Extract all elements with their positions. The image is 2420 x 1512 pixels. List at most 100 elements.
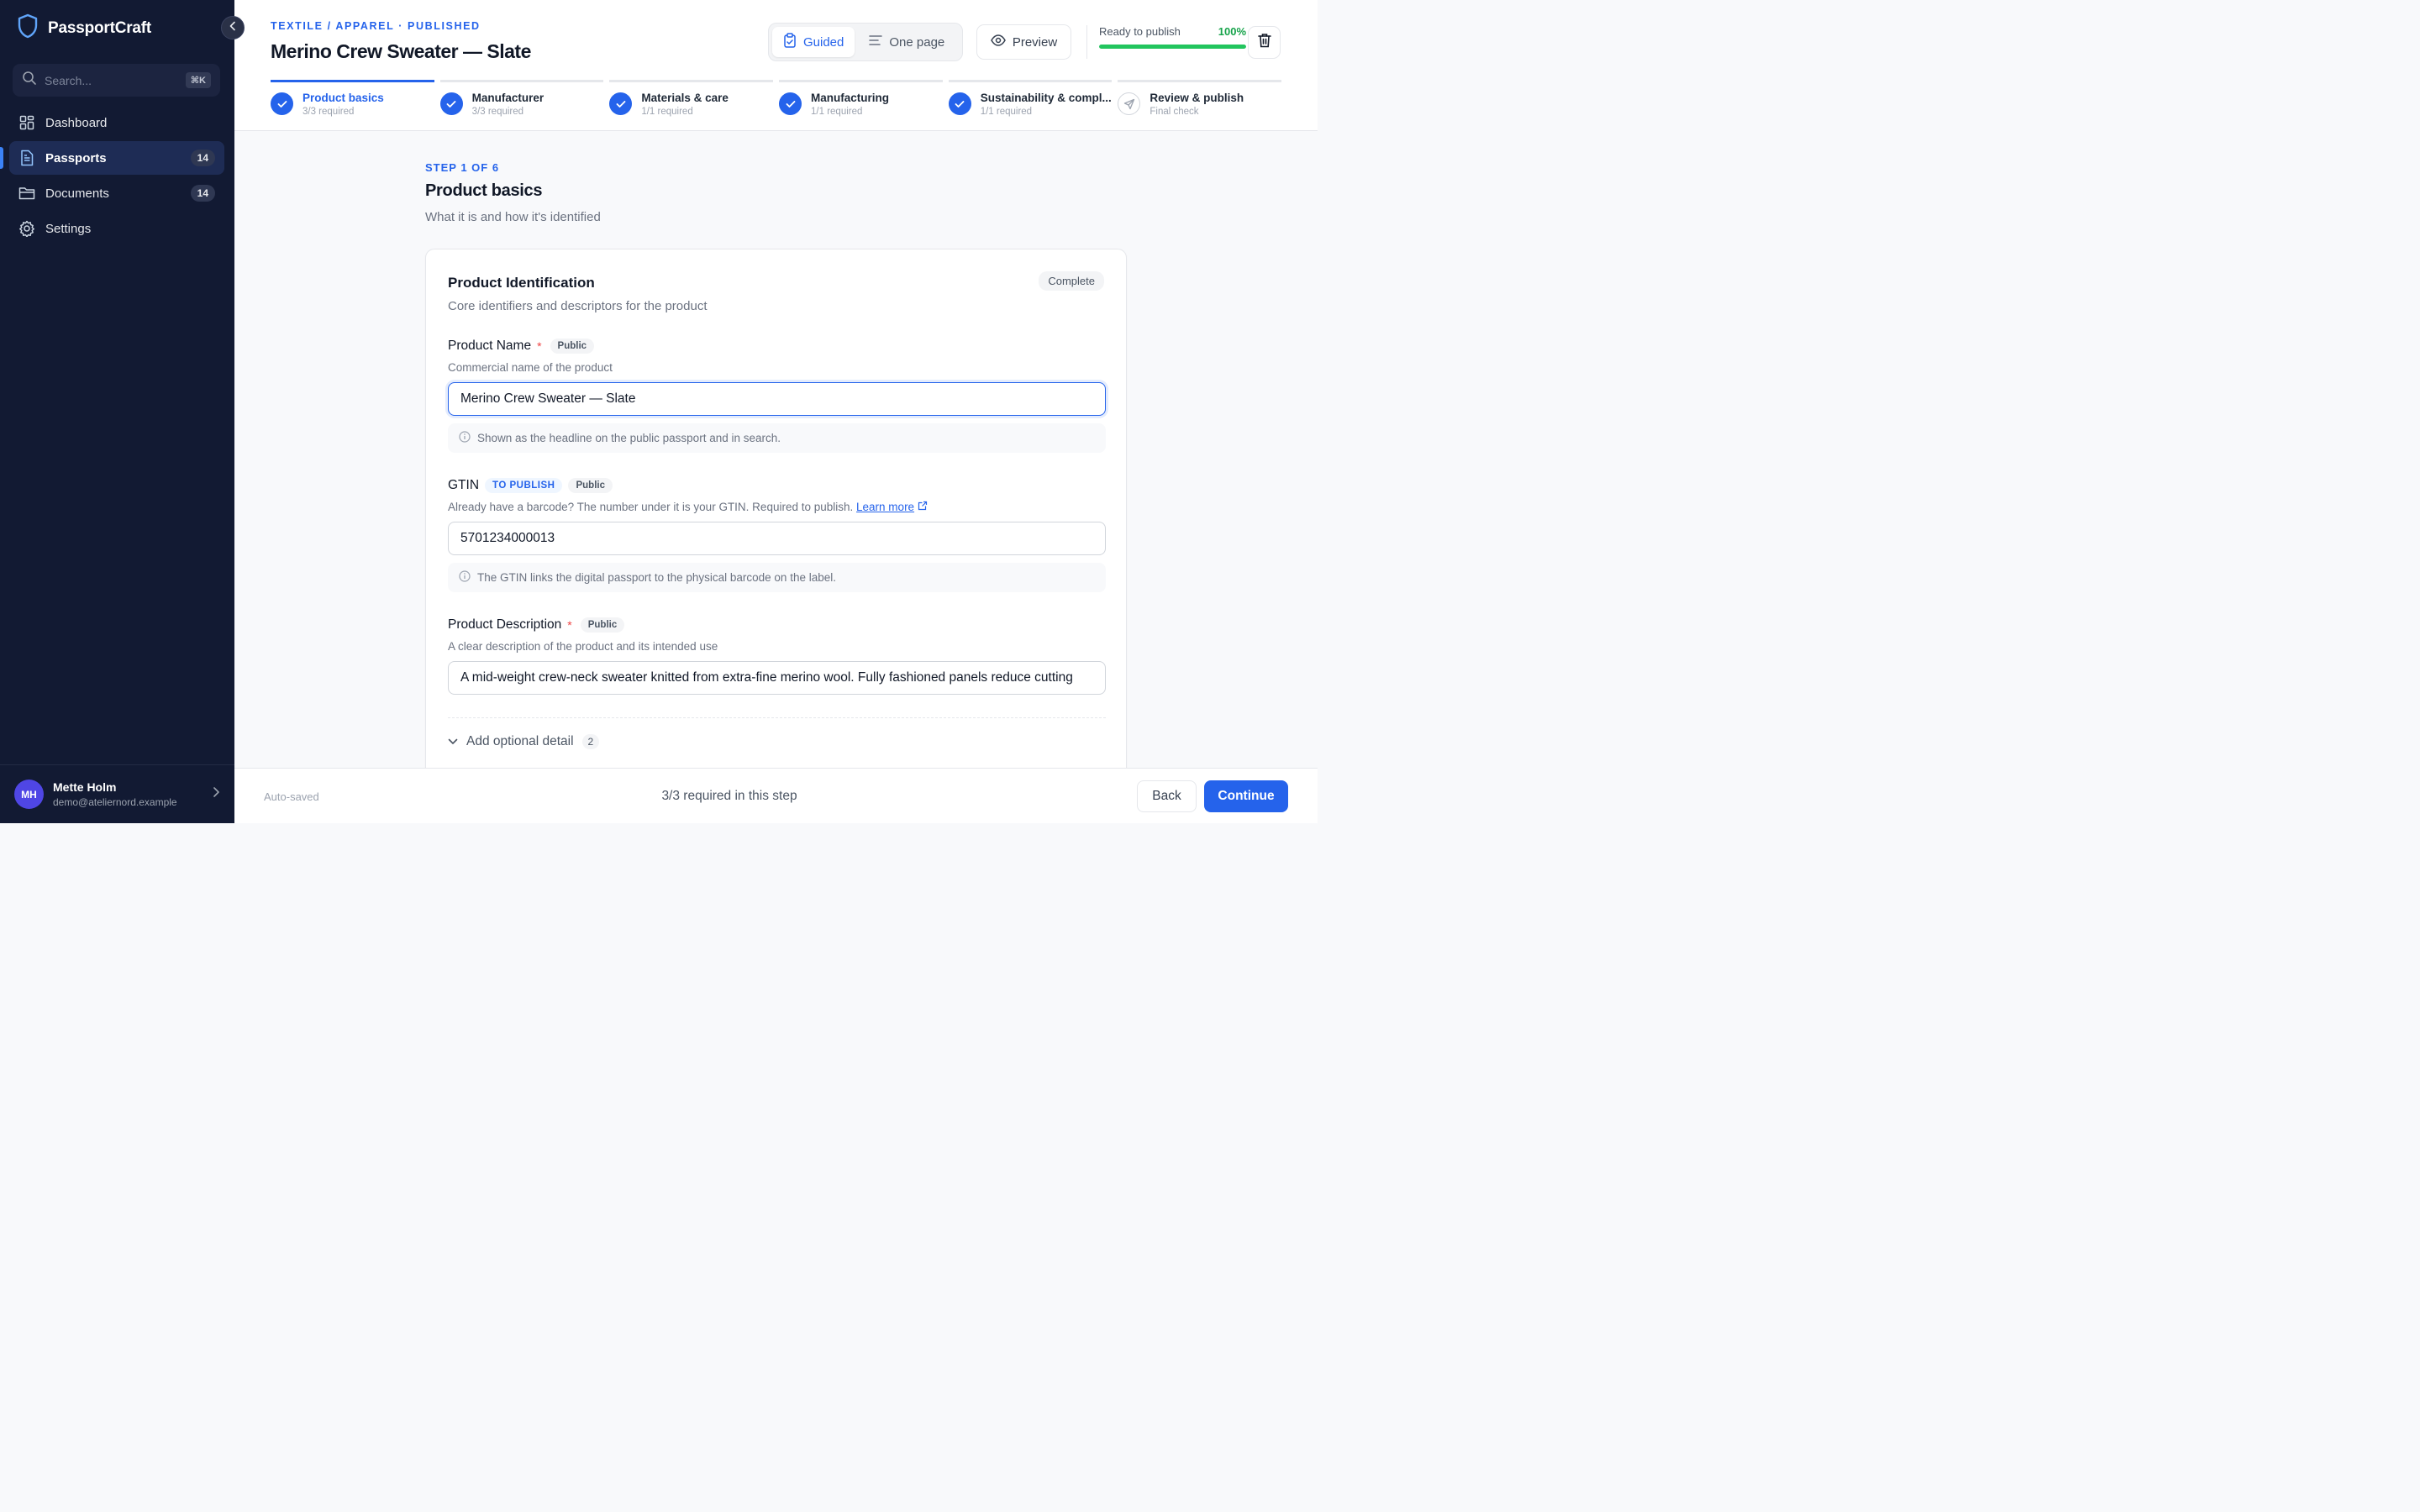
status-badge: Complete xyxy=(1039,271,1104,291)
guided-mode-button[interactable]: Guided xyxy=(772,27,855,57)
lines-icon xyxy=(869,34,883,50)
check-circle-icon xyxy=(948,92,971,115)
continue-button[interactable]: Continue xyxy=(1204,780,1288,812)
step-name: Sustainability & compl... xyxy=(980,92,1112,104)
divider xyxy=(448,717,1106,718)
one-page-mode-button[interactable]: One page xyxy=(858,27,955,57)
main-content: STEP 1 OF 6 Product basics What it is an… xyxy=(234,131,1318,768)
guided-label: Guided xyxy=(803,34,844,50)
field-help: Commercial name of the product xyxy=(448,361,613,374)
visibility-badge: Public xyxy=(550,339,595,354)
info-icon xyxy=(459,431,471,445)
sidebar-item-label: Dashboard xyxy=(45,115,108,130)
search-shortcut: ⌘K xyxy=(185,72,211,88)
page-title: Merino Crew Sweater — Slate xyxy=(271,40,531,62)
shield-logo-icon xyxy=(17,13,39,43)
step-sub: 3/3 required xyxy=(302,107,355,117)
field-label: Product Description xyxy=(448,617,562,632)
to-publish-badge: TO PUBLISH xyxy=(485,478,563,493)
publish-readiness: Ready to publish 100% xyxy=(1086,25,1246,59)
product-description-field: Product Description * Public A clear des… xyxy=(448,616,1106,695)
back-button[interactable]: Back xyxy=(1137,780,1197,812)
hint-text: Shown as the headline on the public pass… xyxy=(477,432,781,444)
gear-icon xyxy=(18,220,35,237)
sidebar-item-dashboard[interactable]: Dashboard xyxy=(9,106,224,139)
count-badge: 14 xyxy=(190,185,215,202)
step-review-publish[interactable]: Review & publish Final check xyxy=(1118,80,1282,117)
required-marker: * xyxy=(567,618,572,632)
learn-more-link[interactable]: Learn more xyxy=(856,501,914,513)
step-sub: 1/1 required xyxy=(980,107,1033,117)
sidebar-item-label: Documents xyxy=(45,186,109,201)
step-name: Manufacturer xyxy=(471,92,544,104)
step-sub: Final check xyxy=(1150,107,1199,117)
check-circle-icon xyxy=(609,92,633,115)
ready-label: Ready to publish xyxy=(1099,25,1181,38)
sidebar-item-documents[interactable]: Documents 14 xyxy=(9,176,224,210)
send-icon xyxy=(1118,92,1141,115)
app-name: PassportCraft xyxy=(48,18,152,37)
step-sub: 1/1 required xyxy=(641,107,693,117)
step-title: Product basics xyxy=(425,181,543,200)
card-subtitle: Core identifiers and descriptors for the… xyxy=(448,299,708,313)
gtin-field: GTIN TO PUBLISH Public Already have a ba… xyxy=(448,476,1106,592)
product-description-input[interactable]: A mid-weight crew-neck sweater knitted f… xyxy=(448,661,1106,695)
one-page-label: One page xyxy=(889,34,945,50)
field-hint: Shown as the headline on the public pass… xyxy=(448,423,1106,453)
avatar: MH xyxy=(14,780,44,809)
step-counter: STEP 1 OF 6 xyxy=(425,161,500,174)
sidebar-item-passports[interactable]: Passports 14 xyxy=(0,141,224,175)
step-manufacturer[interactable]: Manufacturer 3/3 required xyxy=(439,80,604,117)
grid-icon xyxy=(18,114,35,131)
chevron-left-icon xyxy=(229,20,237,35)
preview-button[interactable]: Preview xyxy=(976,24,1071,60)
step-materials-care[interactable]: Materials & care 1/1 required xyxy=(609,80,774,117)
check-circle-icon xyxy=(271,92,293,115)
required-marker: * xyxy=(537,339,542,353)
delete-button[interactable] xyxy=(1248,26,1281,59)
chevron-right-icon xyxy=(212,786,220,802)
info-icon xyxy=(459,570,471,585)
product-identification-card: Product Identification Core identifiers … xyxy=(425,249,1127,768)
field-help: Already have a barcode? The number under… xyxy=(448,501,1106,513)
folder-icon xyxy=(18,185,35,202)
search-input[interactable]: Search... ⌘K xyxy=(13,64,220,97)
required-status: 3/3 required in this step xyxy=(661,789,797,803)
preview-label: Preview xyxy=(1012,34,1058,50)
field-help: A clear description of the product and i… xyxy=(448,640,718,653)
visibility-badge: Public xyxy=(568,478,613,493)
field-hint: The GTIN links the digital passport to t… xyxy=(448,563,1106,592)
step-name: Manufacturing xyxy=(811,92,890,104)
collapse-sidebar-button[interactable] xyxy=(221,16,245,39)
user-name: Mette Holm xyxy=(53,780,117,794)
search-icon xyxy=(22,71,37,90)
sidebar-item-label: Passports xyxy=(45,150,107,165)
step-sub: 3/3 required xyxy=(471,107,524,117)
mode-toggle: Guided One page xyxy=(768,23,963,61)
product-name-input[interactable]: Merino Crew Sweater — Slate xyxy=(448,382,1106,416)
hint-text: The GTIN links the digital passport to t… xyxy=(477,571,836,584)
optional-count: 2 xyxy=(581,734,600,749)
clipboard-check-icon xyxy=(783,33,797,51)
step-name: Materials & care xyxy=(641,92,729,104)
count-badge: 14 xyxy=(190,150,215,166)
optional-label: Add optional detail xyxy=(466,734,574,748)
search-placeholder: Search... xyxy=(45,73,92,87)
step-name: Review & publish xyxy=(1150,92,1244,104)
check-circle-icon xyxy=(439,92,463,115)
step-sustainability[interactable]: Sustainability & compl... 1/1 required xyxy=(948,80,1113,117)
brand[interactable]: PassportCraft xyxy=(17,13,151,43)
breadcrumb: TEXTILE / APPAREL · PUBLISHED xyxy=(271,20,481,32)
product-name-field: Product Name * Public Commercial name of… xyxy=(448,337,1106,453)
step-product-basics[interactable]: Product basics 3/3 required xyxy=(271,80,434,117)
sidebar-item-settings[interactable]: Settings xyxy=(9,212,224,245)
check-circle-icon xyxy=(779,92,802,115)
gtin-input[interactable]: 5701234000013 xyxy=(448,522,1106,555)
user-menu[interactable]: MH Mette Holm demo@ateliernord.example xyxy=(0,764,234,823)
step-manufacturing[interactable]: Manufacturing 1/1 required xyxy=(779,80,943,117)
stepper: Product basics 3/3 required Manufacturer… xyxy=(271,80,1282,117)
step-description: What it is and how it's identified xyxy=(425,210,601,224)
add-optional-detail-toggle[interactable]: Add optional detail 2 xyxy=(448,734,600,749)
ready-percent: 100% xyxy=(1218,25,1246,38)
sidebar-nav: Dashboard Passports 14 Documents 14 Sett… xyxy=(0,106,224,247)
